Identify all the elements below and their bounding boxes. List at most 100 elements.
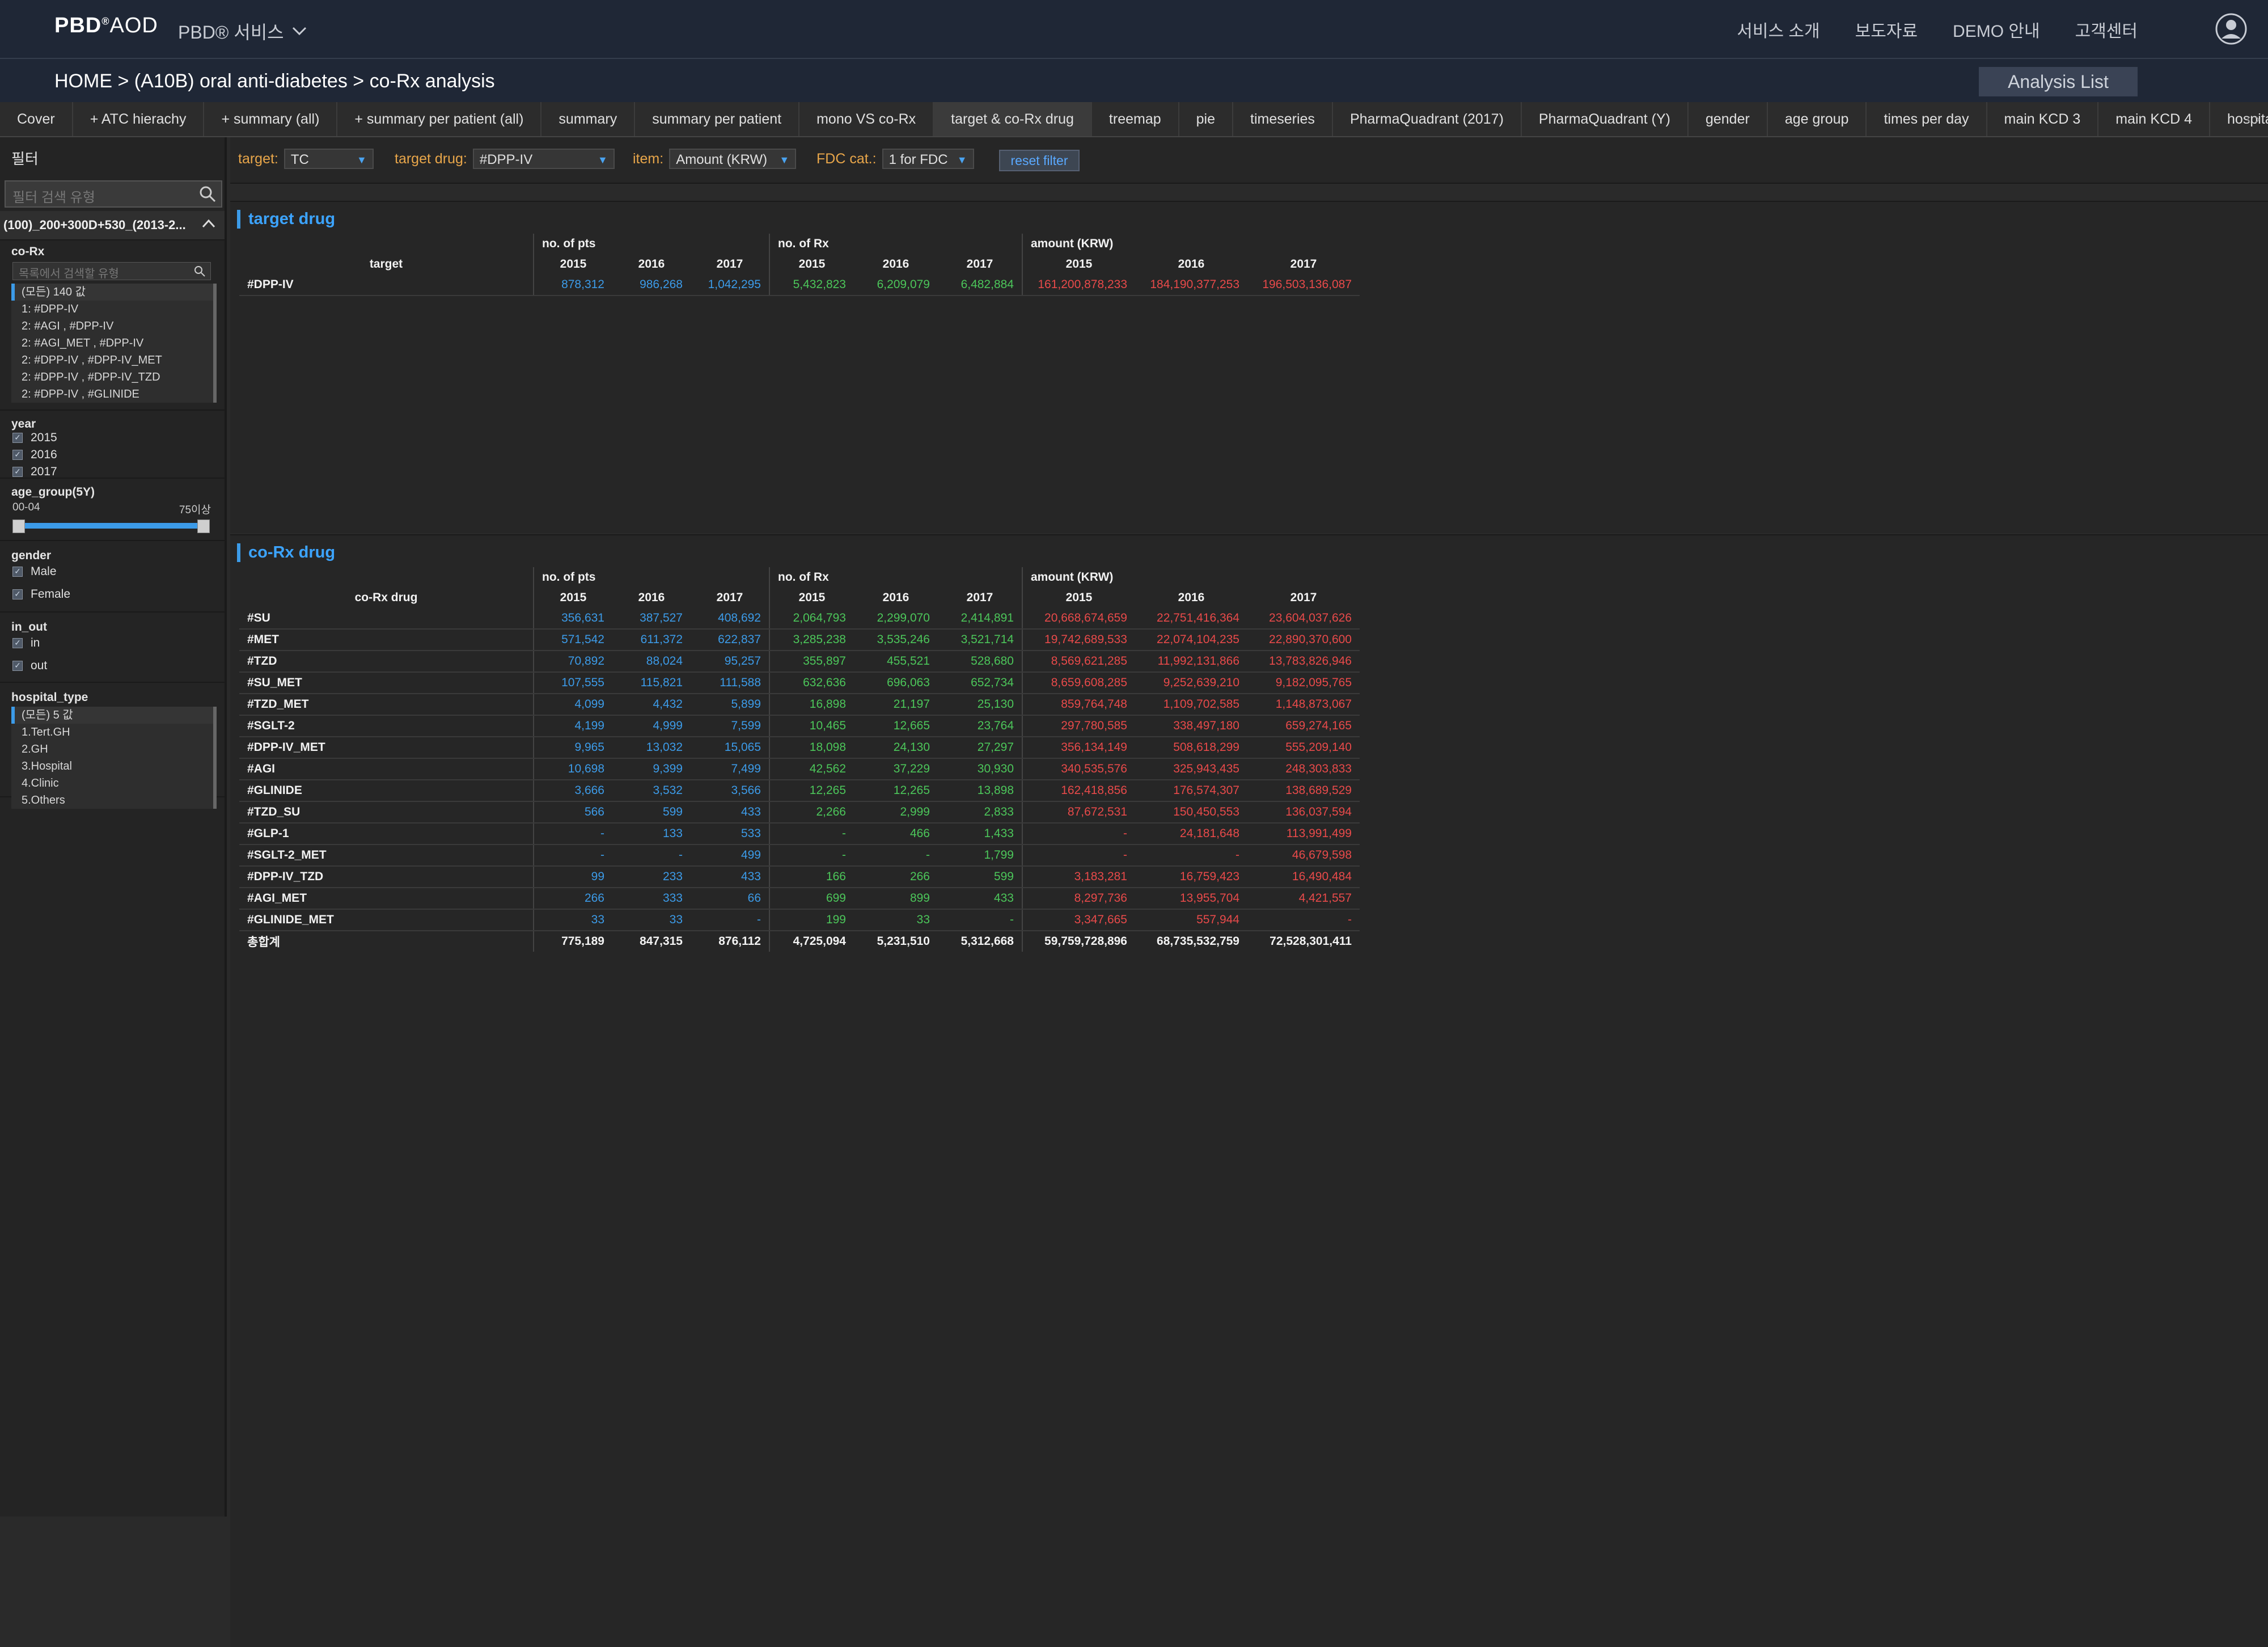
table-row[interactable]: #MET 571,542 611,372 622,837 3,285,238 3,535,…: [239, 629, 1360, 651]
table-row[interactable]: #GLP-1-133 533-466 1,433-24,181,648 113,991…: [239, 823, 1360, 845]
age-slider-min-handle[interactable]: [12, 520, 25, 533]
year-header[interactable]: 2017: [691, 588, 769, 608]
age-slider-max-handle[interactable]: [197, 520, 210, 533]
year-header[interactable]: 2017: [1247, 588, 1360, 608]
nav-link-demo[interactable]: DEMO 안내: [1953, 17, 2040, 42]
hospital-type-item[interactable]: 2.GH: [11, 741, 213, 758]
table-row[interactable]: 총합계 775,189 847,315 876,112 4,725,094 5,231,5…: [239, 930, 1360, 952]
breadcrumb[interactable]: HOME > (A10B) oral anti-diabetes > co-Rx…: [54, 70, 495, 92]
year-2017-checkbox[interactable]: ✓ 2017: [12, 465, 57, 479]
service-menu[interactable]: PBD® 서비스: [178, 18, 307, 44]
year-header[interactable]: 2015: [769, 254, 854, 274]
table-row[interactable]: #GLINIDE_MET 33 33-199 33-3,347,665 557,944-: [239, 909, 1360, 931]
tab-main-kcd-3[interactable]: main KCD 3: [1987, 102, 2099, 136]
hospital-type-item[interactable]: 1.Tert.GH: [11, 724, 213, 741]
tab-mono-vs-co-rx[interactable]: mono VS co-Rx: [799, 102, 934, 136]
year-header[interactable]: 2016: [1135, 254, 1247, 274]
table-row[interactable]: #SU 356,631 387,527 408,692 2,064,793 2,299,0…: [239, 608, 1360, 630]
hospital-type-item[interactable]: 4.Clinic: [11, 775, 213, 792]
tab-gender[interactable]: gender: [1689, 102, 1768, 136]
table-row[interactable]: #GLINIDE 3,666 3,532 3,566 12,265 12,265 13,89…: [239, 780, 1360, 802]
year-header[interactable]: 2016: [1135, 588, 1247, 608]
table-row[interactable]: #TZD_MET 4,099 4,432 5,899 16,898 21,197 25,13…: [239, 694, 1360, 716]
year-2015-checkbox[interactable]: ✓ 2015: [12, 431, 57, 445]
cell-pts: 115,821: [612, 672, 691, 694]
filter-search-input[interactable]: 필터 검색 유형: [5, 180, 222, 208]
year-header[interactable]: 2015: [533, 254, 612, 274]
tab-scroll-arrows-icon[interactable]: ‹ ›: [2246, 110, 2260, 128]
tab-pharmaquadrant-2017[interactable]: PharmaQuadrant (2017): [1333, 102, 1522, 136]
user-account-icon[interactable]: [2215, 12, 2248, 45]
table-row[interactable]: #TZD_SU 566 599 433 2,266 2,999 2,833 87,672,53…: [239, 801, 1360, 824]
hospital-type-item[interactable]: (모든) 5 값: [11, 707, 213, 724]
year-header[interactable]: 2016: [612, 588, 691, 608]
hospital-type-item[interactable]: 5.Others: [11, 792, 213, 809]
reset-filter-button[interactable]: reset filter: [999, 150, 1080, 171]
year-header[interactable]: 2017: [691, 254, 769, 274]
tab-summary-per-patient-all[interactable]: + summary per patient (all): [337, 102, 542, 136]
target-drug-dropdown[interactable]: #DPP-IV ▼: [472, 149, 615, 169]
data-source-header[interactable]: (100)_200+300D+530_(2013-2...: [0, 211, 225, 240]
tab-atc-hierachy[interactable]: + ATC hierachy: [73, 102, 205, 136]
corx-item[interactable]: 2: #AGI_MET , #DPP-IV: [11, 335, 213, 352]
tab-target-co-rx-drug[interactable]: target & co-Rx drug: [934, 102, 1092, 136]
table-row[interactable]: #DPP-IV_TZD 99 233 433 166 266 599 3,183,281 16,…: [239, 866, 1360, 888]
table-row[interactable]: #SGLT-2 4,199 4,999 7,599 10,465 12,665 23,764…: [239, 715, 1360, 737]
year-header[interactable]: 2015: [1022, 254, 1135, 274]
gender-male-checkbox[interactable]: ✓ Male: [12, 565, 57, 578]
logo[interactable]: PBD®AOD: [54, 14, 158, 38]
corx-item[interactable]: 2: #DPP-IV , #GLINIDE: [11, 386, 213, 403]
gender-female-checkbox[interactable]: ✓ Female: [12, 588, 70, 601]
tab-timeseries[interactable]: timeseries: [1233, 102, 1333, 136]
table-row[interactable]: #DPP-IV_MET 9,965 13,032 15,065 18,098 24,130…: [239, 737, 1360, 759]
cell-amt: 338,497,180: [1135, 715, 1247, 737]
tab-summary[interactable]: summary: [541, 102, 636, 136]
table-row[interactable]: #AGI_MET 266 333 66 699 899 433 8,297,736 13,955…: [239, 888, 1360, 910]
year-header[interactable]: 2015: [1022, 588, 1135, 608]
tab-age-group[interactable]: age group: [1768, 102, 1867, 136]
year-header[interactable]: 2016: [854, 588, 938, 608]
nav-link-press[interactable]: 보도자료: [1855, 17, 1918, 42]
year-header[interactable]: 2017: [938, 254, 1022, 274]
nav-link-about[interactable]: 서비스 소개: [1737, 17, 1820, 42]
tab-pie[interactable]: pie: [1179, 102, 1234, 136]
year-header[interactable]: 2016: [612, 254, 691, 274]
cell-amt: 72,528,301,411: [1247, 930, 1360, 952]
tab-cover[interactable]: Cover: [0, 102, 73, 136]
tab-main-kcd-4[interactable]: main KCD 4: [2098, 102, 2211, 136]
tab-summary-per-patient[interactable]: summary per patient: [635, 102, 800, 136]
table-row[interactable]: #DPP-IV 878,312 986,268 1,042,295 5,432,823 6…: [239, 274, 1360, 296]
tab-summary-all[interactable]: + summary (all): [204, 102, 338, 136]
year-2016-checkbox[interactable]: ✓ 2016: [12, 448, 57, 462]
out-checkbox[interactable]: ✓ out: [12, 659, 47, 673]
year-header[interactable]: 2017: [938, 588, 1022, 608]
corx-item[interactable]: 2: #DPP-IV , #DPP-IV_MET: [11, 352, 213, 369]
corx-item[interactable]: 1: #DPP-IV: [11, 301, 213, 318]
year-header[interactable]: 2017: [1247, 254, 1360, 274]
hospital-type-item[interactable]: 3.Hospital: [11, 758, 213, 775]
corx-search-input[interactable]: 목록에서 검색할 유형: [12, 262, 211, 280]
group-header-amount: amount (KRW): [1022, 567, 1360, 588]
year-header[interactable]: 2015: [533, 588, 612, 608]
table-row[interactable]: #TZD 70,892 88,024 95,257 355,897 455,521 528,…: [239, 651, 1360, 673]
nav-link-support[interactable]: 고객센터: [2075, 17, 2138, 42]
target-dropdown[interactable]: TC ▼: [284, 149, 374, 169]
tab-treemap[interactable]: treemap: [1092, 102, 1179, 136]
hospital-type-listbox[interactable]: (모든) 5 값 1.Tert.GH 2.GH 3.Hospital 4.Clinic 5…: [11, 707, 217, 809]
age-slider-track[interactable]: [17, 523, 204, 529]
tab-times-per-day[interactable]: times per day: [1867, 102, 1987, 136]
table-row[interactable]: #SGLT-2_MET - -499- -1,799- -46,679,598: [239, 844, 1360, 867]
year-header[interactable]: 2016: [854, 254, 938, 274]
year-header[interactable]: 2015: [769, 588, 854, 608]
table-row[interactable]: #SU_MET 107,555 115,821 111,588 632,636 696,0…: [239, 672, 1360, 694]
fdc-cat-dropdown[interactable]: 1 for FDC ▼: [882, 149, 974, 169]
corx-item[interactable]: 2: #AGI , #DPP-IV: [11, 318, 213, 335]
in-checkbox[interactable]: ✓ in: [12, 636, 40, 650]
corx-item[interactable]: (모든) 140 값: [11, 284, 213, 301]
table-row[interactable]: #AGI 10,698 9,399 7,499 42,562 37,229 30,930 34…: [239, 758, 1360, 780]
tab-pharmaquadrant-y[interactable]: PharmaQuadrant (Y): [1522, 102, 1689, 136]
analysis-list-button[interactable]: Analysis List: [1979, 67, 2138, 96]
corx-item[interactable]: 2: #DPP-IV , #DPP-IV_TZD: [11, 369, 213, 386]
corx-listbox[interactable]: (모든) 140 값 1: #DPP-IV 2: #AGI , #DPP-IV 2: …: [11, 284, 217, 403]
item-dropdown[interactable]: Amount (KRW) ▼: [669, 149, 797, 169]
